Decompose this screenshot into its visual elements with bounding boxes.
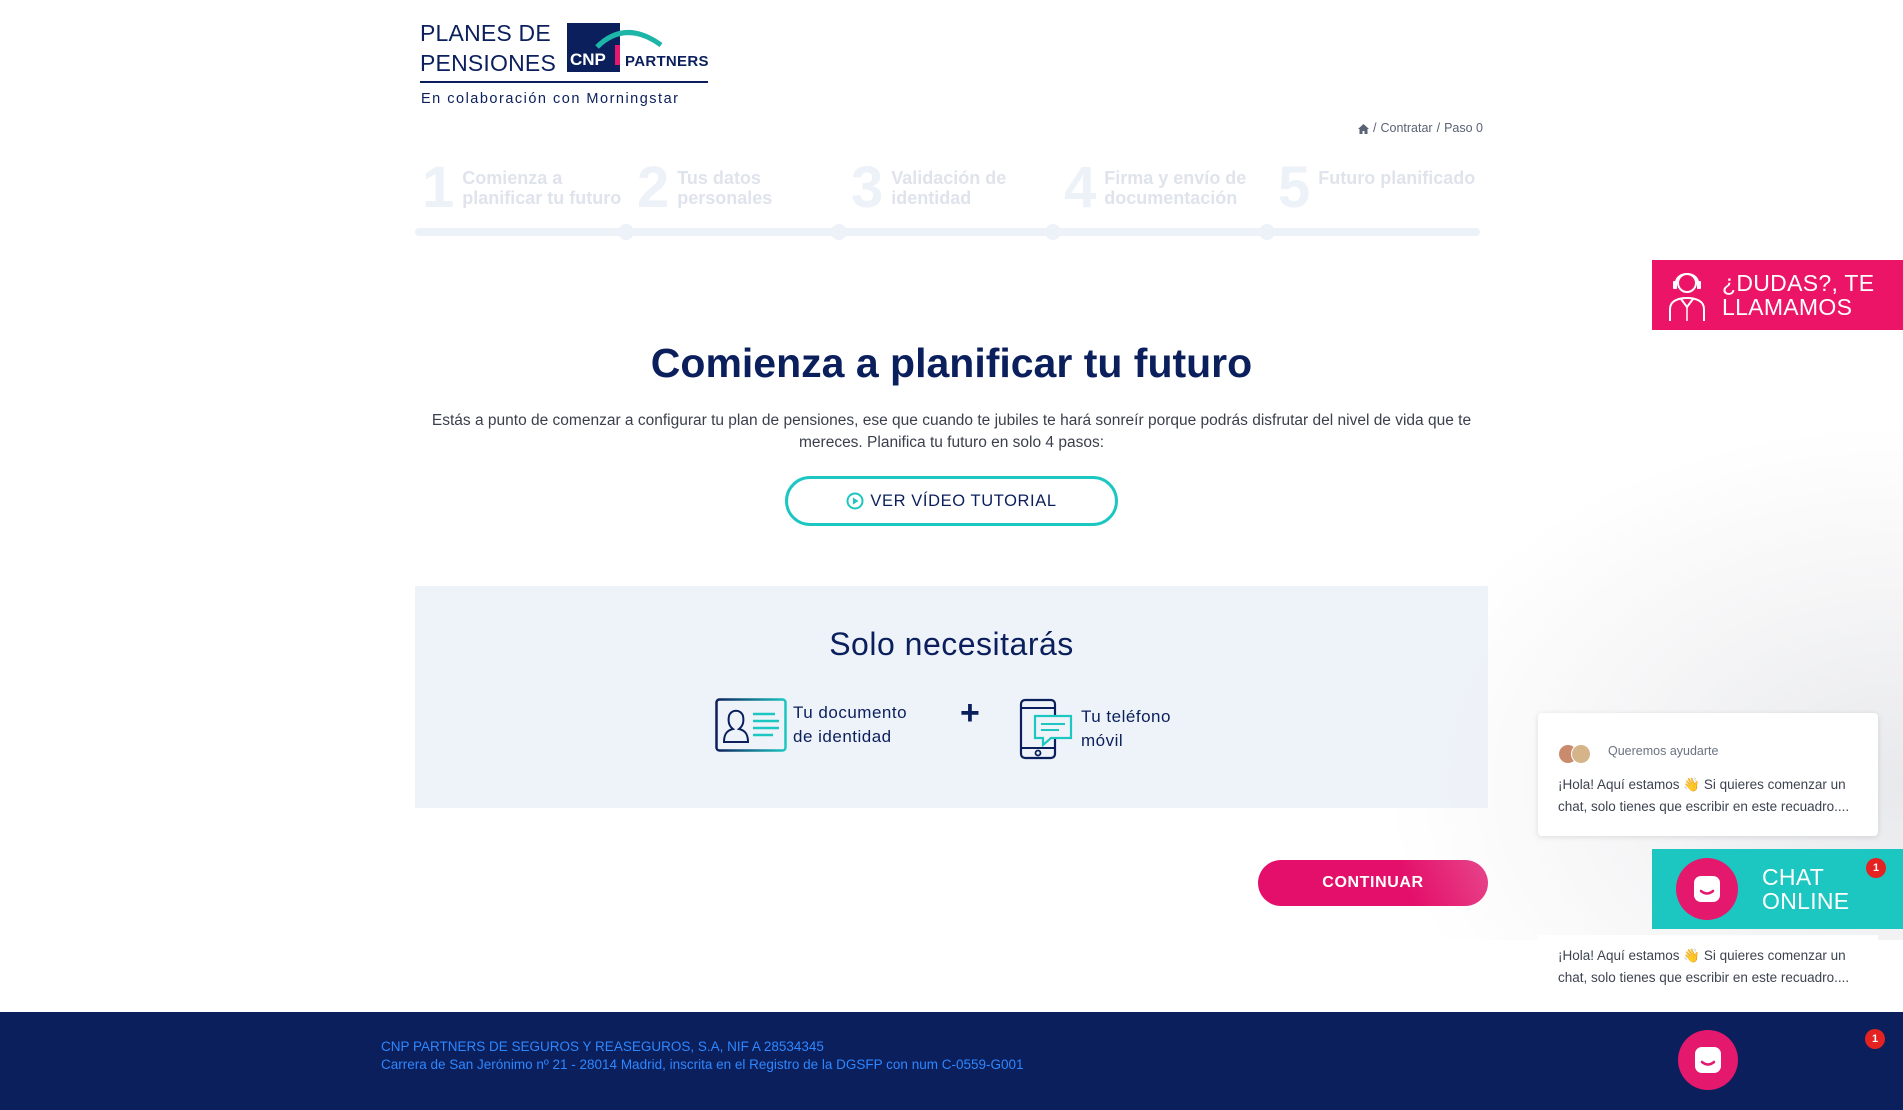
step-dot	[618, 224, 634, 240]
chat-online-line-2: ONLINE	[1762, 888, 1850, 914]
requirement-id-line-2: de identidad	[793, 727, 892, 746]
step-dot	[831, 224, 847, 240]
step-label: Firma y envío de documentación	[1104, 168, 1247, 208]
step-label: Validación de identidad	[891, 168, 1007, 208]
step-label: Comienza a planificar tu futuro	[462, 168, 622, 208]
partners-text: PARTNERS	[625, 53, 709, 70]
step-3: 3 Validación de identidad	[851, 155, 1021, 220]
chat-message: ¡Hola! Aquí estamos 👋 Si quieres comenza…	[1558, 948, 1850, 985]
plus-icon: +	[960, 694, 980, 732]
mobile-phone-icon	[1019, 698, 1073, 760]
step-label: Tus datos personales	[677, 168, 773, 208]
callback-label: ¿DUDAS?, TE LLAMAMOS	[1722, 271, 1874, 319]
chat-icon	[1695, 1047, 1721, 1073]
agent-avatars	[1558, 744, 1594, 764]
progress-stepper: 1 Comienza a planificar tu futuro 2 Tus …	[415, 155, 1480, 240]
chat-online-button[interactable]: CHAT ONLINE 1	[1652, 849, 1903, 929]
requirement-id-line-1: Tu documento	[793, 703, 908, 722]
requirement-id-document: Tu documento de identidad	[715, 698, 907, 752]
requirement-mobile-line-2: móvil	[1081, 731, 1124, 750]
breadcrumb: / Contratar / Paso 0	[1358, 121, 1483, 135]
step-number: 3	[851, 155, 884, 220]
callback-line-2: LLAMAMOS	[1722, 294, 1853, 320]
step-label: Futuro planificado	[1318, 168, 1476, 188]
intro-text: Estás a punto de comenzar a configurar t…	[431, 412, 1472, 451]
callback-request-button[interactable]: ¿DUDAS?, TE LLAMAMOS	[1652, 260, 1903, 330]
id-card-icon	[715, 698, 787, 752]
chat-bubble-icon	[1676, 858, 1738, 920]
support-agent-icon	[1669, 273, 1705, 321]
stepper-track	[415, 228, 1480, 236]
avatar	[1571, 744, 1591, 764]
logo-accent-bar	[615, 45, 620, 65]
requirement-mobile-label: Tu teléfono móvil	[1081, 705, 1171, 753]
requirement-mobile-phone: Tu teléfono móvil	[1019, 698, 1171, 760]
chat-online-line-1: CHAT	[1762, 864, 1825, 890]
chat-online-label: CHAT ONLINE	[1762, 865, 1849, 913]
chat-greeting-preview[interactable]: ¡Hola! Aquí estamos 👋 Si quieres comenza…	[1538, 935, 1878, 1010]
notification-badge: 1	[1865, 1029, 1885, 1049]
video-tutorial-button[interactable]: VER VÍDEO TUTORIAL	[785, 476, 1118, 526]
logo-line-2: PENSIONES	[420, 50, 557, 76]
step-dot	[1259, 224, 1275, 240]
step-2: 2 Tus datos personales	[637, 155, 787, 220]
breadcrumb-separator: /	[1436, 121, 1441, 135]
requirement-id-label: Tu documento de identidad	[793, 701, 907, 749]
page-title: Comienza a planificar tu futuro	[650, 340, 1253, 386]
requirements-panel: Solo necesitarás Tu documento de identid…	[415, 586, 1488, 808]
logo-arc-icon	[595, 30, 663, 49]
step-dot	[1045, 224, 1061, 240]
breadcrumb-contratar[interactable]: Contratar	[1380, 121, 1432, 135]
logo-subtitle: En colaboración con Morningstar	[421, 91, 680, 107]
requirement-mobile-line-1: Tu teléfono	[1081, 707, 1171, 726]
step-5: 5 Futuro planificado	[1278, 155, 1488, 220]
step-number: 4	[1064, 155, 1097, 220]
chat-header: Queremos ayudarte	[1608, 744, 1719, 758]
notification-badge: 1	[1866, 858, 1886, 878]
play-circle-icon	[846, 492, 864, 510]
requirements-title: Solo necesitarás	[829, 626, 1074, 662]
cnp-partners-mark: CNP PARTNERS	[567, 23, 708, 75]
step-1: 1 Comienza a planificar tu futuro	[422, 155, 622, 220]
logo-divider	[420, 81, 708, 83]
callback-line-1: ¿DUDAS?, TE	[1722, 270, 1875, 296]
step-4: 4 Firma y envío de documentación	[1064, 155, 1254, 220]
chat-launcher-button[interactable]	[1678, 1030, 1738, 1090]
site-footer: CNP PARTNERS DE SEGUROS Y REASEGUROS, S.…	[0, 1012, 1903, 1110]
step-number: 5	[1278, 155, 1311, 220]
step-number: 1	[422, 155, 455, 220]
video-tutorial-label: VER VÍDEO TUTORIAL	[870, 491, 1057, 510]
chat-message: ¡Hola! Aquí estamos 👋 Si quieres comenza…	[1558, 777, 1850, 814]
footer-address: Carrera de San Jerónimo nº 21 - 28014 Ma…	[381, 1057, 1024, 1072]
chat-greeting-card[interactable]: Queremos ayudarte ¡Hola! Aquí estamos 👋 …	[1538, 713, 1878, 836]
footer-company: CNP PARTNERS DE SEGUROS Y REASEGUROS, S.…	[381, 1039, 824, 1054]
logo-wordmark: PLANES DE PENSIONES	[420, 18, 556, 78]
home-icon[interactable]	[1358, 123, 1369, 134]
breadcrumb-current: Paso 0	[1444, 121, 1483, 135]
step-number: 2	[637, 155, 670, 220]
logo-line-1: PLANES DE	[420, 20, 551, 46]
cnp-text: CNP	[570, 50, 606, 69]
breadcrumb-separator: /	[1373, 121, 1377, 135]
